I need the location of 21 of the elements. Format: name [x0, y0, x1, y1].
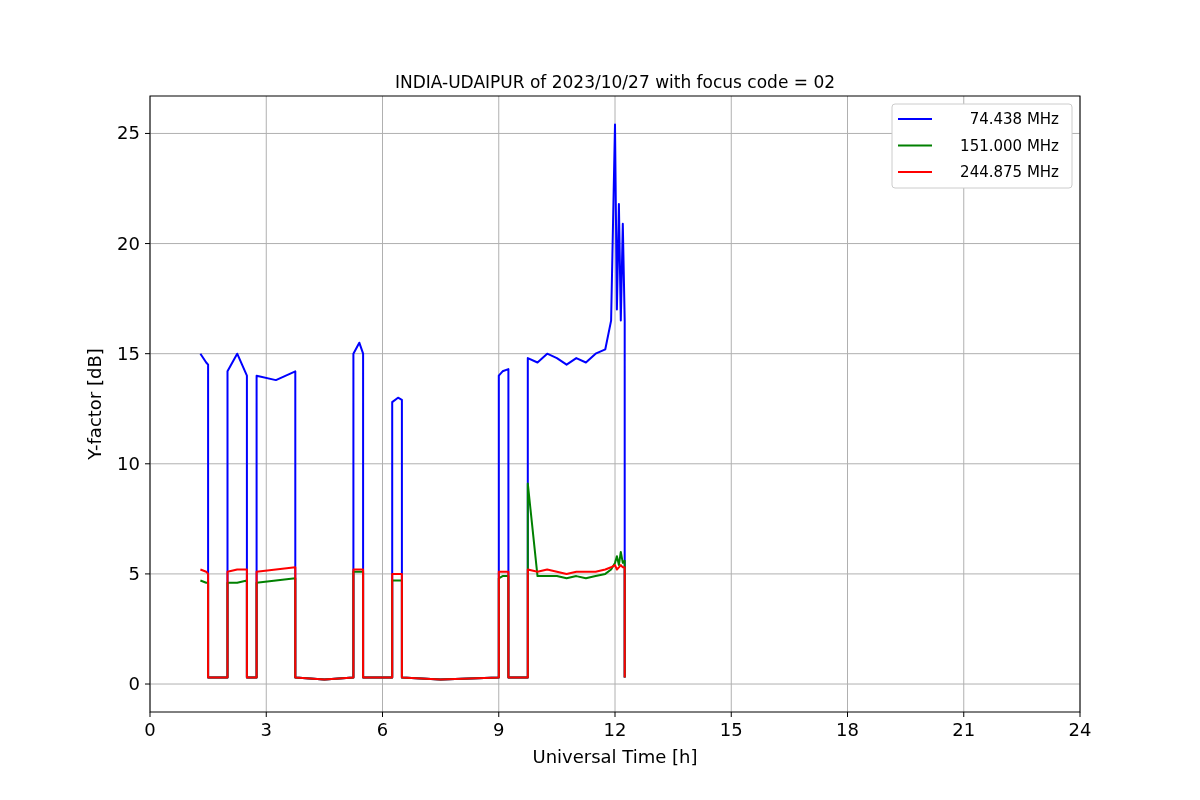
x-tick-label: 21 — [952, 719, 976, 740]
legend-label: 74.438 MHz — [969, 110, 1059, 128]
x-tick-label: 0 — [144, 719, 156, 740]
x-tick-label: 3 — [260, 719, 272, 740]
y-tick-label: 5 — [128, 562, 140, 584]
x-tick-label: 24 — [1068, 719, 1092, 740]
x-tick-label: 18 — [836, 719, 859, 740]
y-axis-label: Y-factor [dB] — [84, 348, 105, 460]
y-tick-label: 10 — [117, 452, 140, 474]
x-tick-label: 12 — [603, 719, 627, 740]
y-tick-label: 15 — [117, 342, 140, 364]
y-tick-label: 0 — [128, 673, 140, 695]
y-tick-label: 20 — [117, 232, 140, 254]
y-tick-label: 25 — [117, 122, 140, 144]
legend-label: 151.000 MHz — [960, 136, 1059, 155]
chart-title: INDIA-UDAIPUR of 2023/10/27 with focus code = 02 — [394, 72, 836, 92]
x-axis-label: Universal Time [h] — [532, 746, 698, 767]
legend-label: 244.875 MHz — [960, 163, 1059, 181]
x-tick-label: 9 — [493, 719, 505, 740]
x-tick-label: 6 — [376, 719, 389, 740]
x-tick-label: 15 — [719, 719, 743, 740]
